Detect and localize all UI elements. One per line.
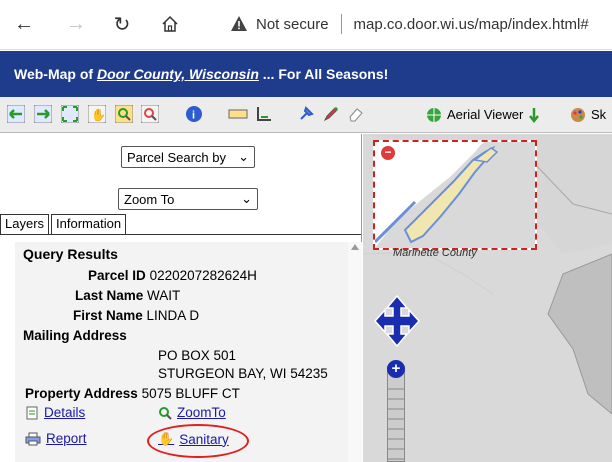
overview-map[interactable]: −	[373, 140, 537, 250]
first-name-label: First Name	[73, 308, 143, 323]
zoom-out-icon[interactable]	[140, 104, 160, 124]
map-view[interactable]: − Marinette County +	[363, 134, 612, 462]
pan-control[interactable]	[373, 294, 421, 348]
browser-bar: ← → ↻ Not secure map.co.door.wi.us/map/i…	[0, 0, 612, 50]
first-name-value: LINDA D	[146, 308, 200, 323]
parcel-search-select[interactable]: Parcel Search by ⌄	[121, 146, 255, 168]
first-name-row: First Name LINDA D	[73, 308, 199, 323]
property-address-label: Property Address	[25, 386, 138, 401]
county-link[interactable]: Door County, Wisconsin	[97, 66, 259, 82]
zoom-to-label: Zoom To	[124, 191, 175, 207]
chevron-down-icon: ⌄	[241, 191, 252, 206]
zoom-slider-ticks	[388, 388, 404, 460]
mailing-address-label-text: Mailing Address	[23, 328, 127, 343]
security-status: Not secure	[256, 15, 329, 33]
address-separator	[340, 14, 342, 34]
last-name-row: Last Name WAIT	[75, 288, 180, 303]
arrow-left-icon[interactable]: ←	[10, 10, 38, 38]
sketch-button[interactable]: Sk	[570, 103, 606, 126]
sanitary-highlight-circle	[147, 424, 249, 458]
parcel-id-value: 0220207282624H	[149, 268, 257, 283]
pan-hand-icon[interactable]: ✋	[87, 104, 107, 124]
globe-icon	[427, 107, 441, 122]
zoomto-link[interactable]: ZoomTo	[158, 405, 226, 420]
overview-map-graphic	[375, 142, 535, 248]
pencil-icon[interactable]	[321, 104, 341, 124]
tab-divider	[0, 234, 361, 235]
warning-icon	[231, 16, 247, 31]
measure-ruler-icon[interactable]	[228, 104, 248, 124]
home-icon[interactable]	[156, 10, 184, 38]
header-suffix: ... For All Seasons!	[258, 66, 389, 82]
mailing-address-label: Mailing Address	[23, 328, 127, 343]
measure-area-icon[interactable]	[254, 104, 274, 124]
next-extent-icon[interactable]	[33, 104, 53, 124]
pin-icon[interactable]	[296, 104, 316, 124]
magnifier-icon	[159, 406, 172, 420]
last-name-label: Last Name	[75, 288, 144, 303]
parcel-id-row: Parcel ID 0220207282624H	[88, 268, 257, 283]
svg-text:✋: ✋	[91, 108, 106, 122]
mailing-line2: STURGEON BAY, WI 54235	[158, 366, 328, 381]
zoom-in-icon[interactable]	[114, 104, 134, 124]
property-address-row: Property Address 5075 BLUFF CT	[25, 386, 240, 401]
svg-text:i: i	[192, 110, 195, 122]
report-label: Report	[46, 431, 87, 446]
parcel-search-label: Parcel Search by	[127, 149, 226, 165]
aerial-viewer-button[interactable]: Aerial Viewer	[426, 103, 540, 126]
zoom-in-button[interactable]: +	[387, 360, 405, 378]
address-bar[interactable]: Not secure map.co.door.wi.us/map/index.h…	[230, 8, 612, 40]
property-address-value: 5075 BLUFF CT	[141, 386, 240, 401]
aerial-viewer-label: Aerial Viewer	[447, 107, 524, 122]
zoomto-label: ZoomTo	[177, 405, 226, 420]
results-title: Query Results	[23, 246, 118, 262]
document-icon	[26, 406, 38, 419]
overview-county-label: Marinette County	[393, 247, 477, 259]
pan-arrows-icon	[373, 294, 421, 348]
details-label: Details	[44, 405, 86, 420]
url-text: map.co.door.wi.us/map/index.html#	[353, 15, 589, 33]
mailing-line1: PO BOX 501	[158, 348, 237, 363]
overview-close-icon[interactable]: −	[381, 146, 395, 160]
parcel-id-label: Parcel ID	[88, 268, 146, 283]
printer-icon	[25, 432, 41, 445]
info-icon[interactable]: i	[184, 104, 204, 124]
tab-layers[interactable]: Layers	[0, 214, 50, 234]
reload-icon[interactable]: ↻	[108, 10, 136, 38]
arrow-down-icon	[529, 107, 540, 123]
previous-extent-icon[interactable]	[6, 104, 26, 124]
map-toolbar: ✋ i Aerial Viewer Sk	[0, 97, 612, 133]
zoom-to-select[interactable]: Zoom To ⌄	[118, 188, 258, 210]
chevron-down-icon: ⌄	[238, 149, 249, 164]
tab-information[interactable]: Information	[51, 214, 127, 234]
scroll-up-icon[interactable]	[351, 244, 359, 250]
app-header: Web-Map of Door County, Wisconsin ... Fo…	[0, 51, 612, 97]
zoom-slider[interactable]	[387, 366, 405, 462]
details-link[interactable]: Details	[25, 405, 85, 420]
eraser-icon[interactable]	[346, 104, 366, 124]
report-link[interactable]: Report	[25, 431, 87, 446]
sketch-label: Sk	[591, 107, 607, 122]
header-prefix: Web-Map of	[14, 66, 97, 82]
palette-icon	[571, 107, 585, 122]
arrow-right-icon[interactable]: →	[62, 10, 90, 38]
results-scrollbar[interactable]	[348, 242, 362, 462]
left-panel: Parcel Search by ⌄ Zoom To ⌄ Layers Info…	[0, 134, 362, 462]
full-extent-icon[interactable]	[60, 104, 80, 124]
last-name-value: WAIT	[147, 288, 181, 303]
panel-tabs: Layers Information	[0, 214, 128, 234]
